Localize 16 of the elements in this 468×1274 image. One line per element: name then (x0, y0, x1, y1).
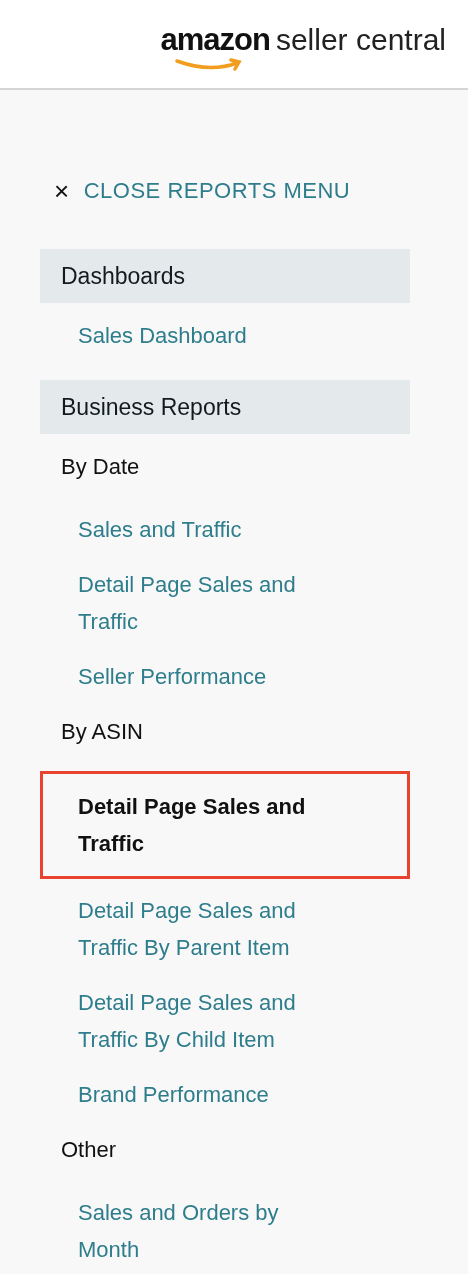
logo[interactable]: amazon seller central (160, 16, 446, 72)
report-link[interactable]: Sales and Traffic (40, 502, 410, 557)
section-header: Business Reports (40, 380, 410, 434)
group-heading: Other (60, 1136, 118, 1164)
report-link[interactable]: Detail Page Sales and Traffic By Parent Item (40, 883, 410, 975)
group-heading: By ASIN (60, 718, 144, 746)
report-link[interactable]: Detail Page Sales and Traffic (40, 557, 410, 649)
close-reports-link[interactable]: × CLOSE REPORTS MENU (40, 174, 376, 207)
report-link[interactable]: Brand Performance (40, 1067, 410, 1122)
group-heading: By Date (60, 453, 141, 481)
section-header: Dashboards (40, 249, 410, 303)
report-link[interactable]: Detail Page Sales and Traffic (40, 771, 410, 879)
report-link[interactable]: Detail Page Sales and Traffic By Child Item (40, 975, 410, 1067)
report-link[interactable]: Sales Dashboard (40, 308, 410, 363)
report-link[interactable]: Sales and Orders by Month (40, 1185, 410, 1274)
report-link[interactable]: Seller Performance (40, 649, 410, 704)
